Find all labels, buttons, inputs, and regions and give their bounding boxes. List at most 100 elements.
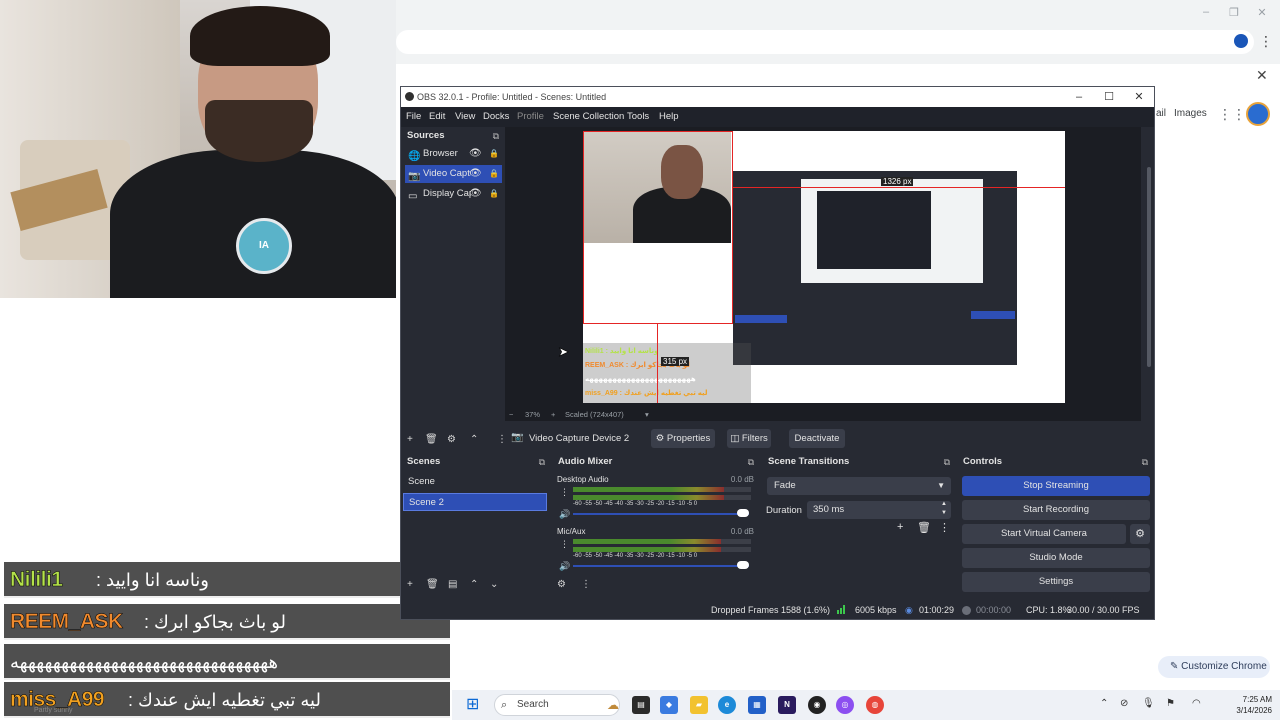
channel-menu-icon[interactable]: ⋮ xyxy=(560,539,569,550)
remove-scene-button[interactable]: 🗑 xyxy=(426,579,439,590)
source-settings-button[interactable]: ⚙ xyxy=(447,434,456,445)
undock-icon[interactable]: ⧉ xyxy=(493,127,499,145)
customize-chrome-button[interactable]: ✎ Customize Chrome xyxy=(1158,656,1270,678)
properties-button[interactable]: ⚙ Properties xyxy=(651,429,715,448)
task-view-icon[interactable]: ▤ xyxy=(632,696,650,714)
preview-canvas[interactable]: Nilili1 : وناسه انا واييد REEM_ASK : لو … xyxy=(583,131,1065,403)
menu-view[interactable]: View xyxy=(455,111,475,122)
scene-down-button[interactable]: ⌄ xyxy=(490,579,498,590)
avatar[interactable] xyxy=(1246,102,1270,126)
zoom-out-button[interactable]: − xyxy=(509,410,513,419)
menu-help[interactable]: Help xyxy=(659,111,679,122)
chrome-maximize-button[interactable]: ❐ xyxy=(1226,6,1242,20)
chrome-menu-icon[interactable]: ⋮ xyxy=(1259,33,1273,50)
widgets-icon[interactable]: ◆ xyxy=(660,696,678,714)
edge-icon[interactable]: e xyxy=(718,696,736,714)
speaker-icon[interactable]: 🔊 xyxy=(559,509,570,520)
windows-start-icon[interactable]: ⊞ xyxy=(466,696,484,714)
add-scene-button[interactable]: + xyxy=(407,579,413,590)
close-icon[interactable]: ✕ xyxy=(1256,67,1268,84)
clock[interactable]: 7:25 AM 3/14/2026 xyxy=(1212,694,1272,716)
chrome-close-button[interactable]: ✕ xyxy=(1254,6,1270,20)
mixer-menu-icon[interactable]: ⋮ xyxy=(581,579,591,590)
scale-dropdown-icon[interactable]: ▾ xyxy=(645,410,649,419)
zoom-in-button[interactable]: + xyxy=(551,410,555,419)
chrome-profile-icon[interactable] xyxy=(1234,34,1248,48)
spinner-icon[interactable]: ▲ ▼ xyxy=(941,500,947,518)
undock-icon[interactable]: ⧉ xyxy=(748,453,754,471)
chrome-icon[interactable]: ◍ xyxy=(866,696,884,714)
eye-icon[interactable]: 👁 xyxy=(469,185,482,203)
filters-button[interactable]: ◫ Filters xyxy=(727,429,771,448)
scene-up-button[interactable]: ⌃ xyxy=(470,579,478,590)
preview-chat-source[interactable]: Nilili1 : وناسه انا واييد REEM_ASK : لو … xyxy=(583,343,751,403)
store-icon[interactable]: ▦ xyxy=(748,696,766,714)
deactivate-button[interactable]: Deactivate xyxy=(789,429,845,448)
apps-grid-icon[interactable]: ⋮⋮ xyxy=(1218,106,1246,123)
podcast-app-icon[interactable]: ◎ xyxy=(836,696,854,714)
lock-icon[interactable]: 🔒 xyxy=(489,145,499,163)
source-item-video-capture[interactable]: 📷 Video Capture Device 2 👁 🔒 xyxy=(405,165,502,183)
start-virtual-camera-button[interactable]: Start Virtual Camera xyxy=(962,524,1126,544)
taskbar-search[interactable]: ⌕ Search xyxy=(494,694,620,716)
obs-close-button[interactable]: ✕ xyxy=(1129,87,1149,107)
virtual-camera-settings-button[interactable]: ⚙ xyxy=(1130,524,1150,544)
settings-button[interactable]: Settings xyxy=(962,572,1150,592)
file-explorer-icon[interactable]: ▰ xyxy=(690,696,708,714)
chrome-minimize-button[interactable]: – xyxy=(1198,6,1214,20)
eye-icon[interactable]: 👁 xyxy=(469,165,482,183)
advanced-audio-icon[interactable]: ⚙ xyxy=(557,579,566,590)
volume-slider[interactable] xyxy=(573,565,749,567)
preview-scrollbar[interactable] xyxy=(1147,167,1151,367)
speaker-icon[interactable]: 🔊 xyxy=(559,561,570,572)
obs-minimize-button[interactable]: – xyxy=(1069,87,1089,107)
obs-taskbar-icon[interactable]: ◉ xyxy=(808,696,826,714)
remove-source-button[interactable]: 🗑 xyxy=(425,434,438,445)
add-transition-button[interactable]: + xyxy=(897,521,903,533)
add-source-button[interactable]: + xyxy=(407,434,413,445)
weather-icon[interactable]: ☁ xyxy=(604,696,622,714)
transition-select[interactable]: Fade ▼ xyxy=(767,477,951,495)
mic-tray-icon[interactable]: 🎙 xyxy=(1142,698,1155,709)
undock-icon[interactable]: ⧉ xyxy=(944,453,950,471)
studio-mode-button[interactable]: Studio Mode xyxy=(962,548,1150,568)
eye-icon[interactable]: 👁 xyxy=(469,145,482,163)
move-up-button[interactable]: ⌃ xyxy=(470,434,478,445)
scene-item-scene-2[interactable]: Scene 2 xyxy=(403,493,547,511)
menu-docks[interactable]: Docks xyxy=(483,111,509,122)
channel-menu-icon[interactable]: ⋮ xyxy=(560,487,569,498)
obs-maximize-button[interactable]: ☐ xyxy=(1099,87,1119,107)
menu-file[interactable]: File xyxy=(406,111,421,122)
duration-field[interactable]: 350 ms ▲ ▼ xyxy=(807,501,951,519)
menu-scene-collection[interactable]: Scene Collection xyxy=(553,111,624,122)
preview-webcam-source[interactable] xyxy=(583,131,731,243)
scene-item-scene[interactable]: Scene xyxy=(403,473,547,491)
chevron-up-icon[interactable]: ⌃ xyxy=(1100,698,1108,709)
app-tray-icon[interactable]: ⚑ xyxy=(1166,698,1175,709)
source-item-display-capture[interactable]: ▭ Display Capture 👁 🔒 xyxy=(405,185,502,203)
remove-transition-button[interactable]: 🗑 xyxy=(917,521,931,534)
volume-slider[interactable] xyxy=(573,513,749,515)
lock-icon[interactable]: 🔒 xyxy=(489,185,499,203)
source-item-browser[interactable]: 🌐 Browser 👁 🔒 xyxy=(405,145,502,163)
preview-area[interactable]: Nilili1 : وناسه انا واييد REEM_ASK : لو … xyxy=(505,127,1141,409)
start-recording-button[interactable]: Start Recording xyxy=(962,500,1150,520)
gmail-link[interactable]: ail xyxy=(1156,108,1166,119)
stop-streaming-button[interactable]: Stop Streaming xyxy=(962,476,1150,496)
menu-tools[interactable]: Tools xyxy=(627,111,649,122)
preview-display-capture[interactable] xyxy=(733,171,1017,365)
menu-edit[interactable]: Edit xyxy=(429,111,445,122)
images-link[interactable]: Images xyxy=(1174,108,1207,119)
scene-filters-button[interactable]: ▤ xyxy=(448,579,457,590)
network-tray-icon[interactable]: ⊘ xyxy=(1120,698,1128,709)
lock-icon[interactable]: 🔒 xyxy=(489,165,499,183)
chrome-address-bar[interactable] xyxy=(396,30,1254,54)
volume-slider-knob[interactable] xyxy=(737,561,749,569)
volume-slider-knob[interactable] xyxy=(737,509,749,517)
kick-app-icon[interactable]: N xyxy=(778,696,796,714)
menu-profile[interactable]: Profile xyxy=(517,111,544,122)
undock-icon[interactable]: ⧉ xyxy=(539,453,545,471)
undock-icon[interactable]: ⧉ xyxy=(1142,453,1148,471)
transition-menu-icon[interactable]: ⋮ xyxy=(939,521,950,534)
wifi-icon[interactable]: ◠ xyxy=(1192,698,1201,709)
